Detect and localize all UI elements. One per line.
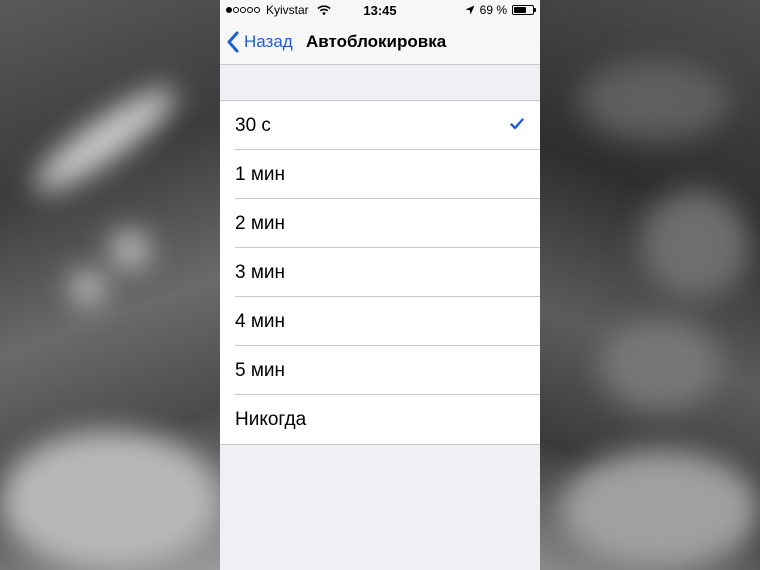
option-label: 5 мин: [235, 359, 286, 381]
autolock-option-row[interactable]: 2 мин: [220, 199, 540, 248]
section-spacer: [220, 65, 540, 100]
background-spot: [640, 190, 750, 300]
background-highlight: [23, 74, 187, 206]
status-right: 69 %: [465, 3, 536, 17]
autolock-option-row[interactable]: Никогда: [220, 395, 540, 444]
navigation-bar: Назад Автоблокировка: [220, 20, 540, 65]
option-label: 30 с: [235, 114, 271, 136]
background-light-area: [0, 430, 220, 570]
option-label: 1 мин: [235, 163, 286, 185]
location-arrow-icon: [465, 5, 475, 15]
checkmark-icon: [510, 118, 524, 130]
autolock-option-row[interactable]: 30 с: [220, 101, 540, 150]
background-spot: [580, 60, 730, 140]
option-label: Никогда: [235, 408, 307, 430]
autolock-option-row[interactable]: 3 мин: [220, 248, 540, 297]
background-left: [0, 0, 220, 570]
battery-icon: [512, 5, 536, 15]
autolock-options-list: 30 с 1 мин 2 мин 3 мин 4 мин 5 мин Никогда: [220, 100, 540, 445]
chevron-left-icon: [227, 31, 239, 53]
back-button-label: Назад: [244, 32, 293, 51]
option-label: 3 мин: [235, 261, 286, 283]
phone-screen: Kyivstar 13:45 69 % Назад Автоблокировка…: [220, 0, 540, 570]
background-light-area: [560, 450, 760, 570]
option-label: 4 мин: [235, 310, 286, 332]
autolock-option-row[interactable]: 4 мин: [220, 297, 540, 346]
background-right: [540, 0, 760, 570]
autolock-option-row[interactable]: 1 мин: [220, 150, 540, 199]
autolock-option-row[interactable]: 5 мин: [220, 346, 540, 395]
background-spot: [600, 320, 720, 410]
back-button[interactable]: Назад: [226, 28, 293, 56]
status-bar: Kyivstar 13:45 69 %: [220, 0, 540, 20]
battery-level-fill: [514, 7, 527, 13]
background-spot: [70, 270, 106, 306]
page-title: Автоблокировка: [306, 32, 447, 51]
battery-percentage: 69 %: [479, 3, 507, 17]
background-spot: [110, 230, 150, 270]
option-label: 2 мин: [235, 212, 286, 234]
